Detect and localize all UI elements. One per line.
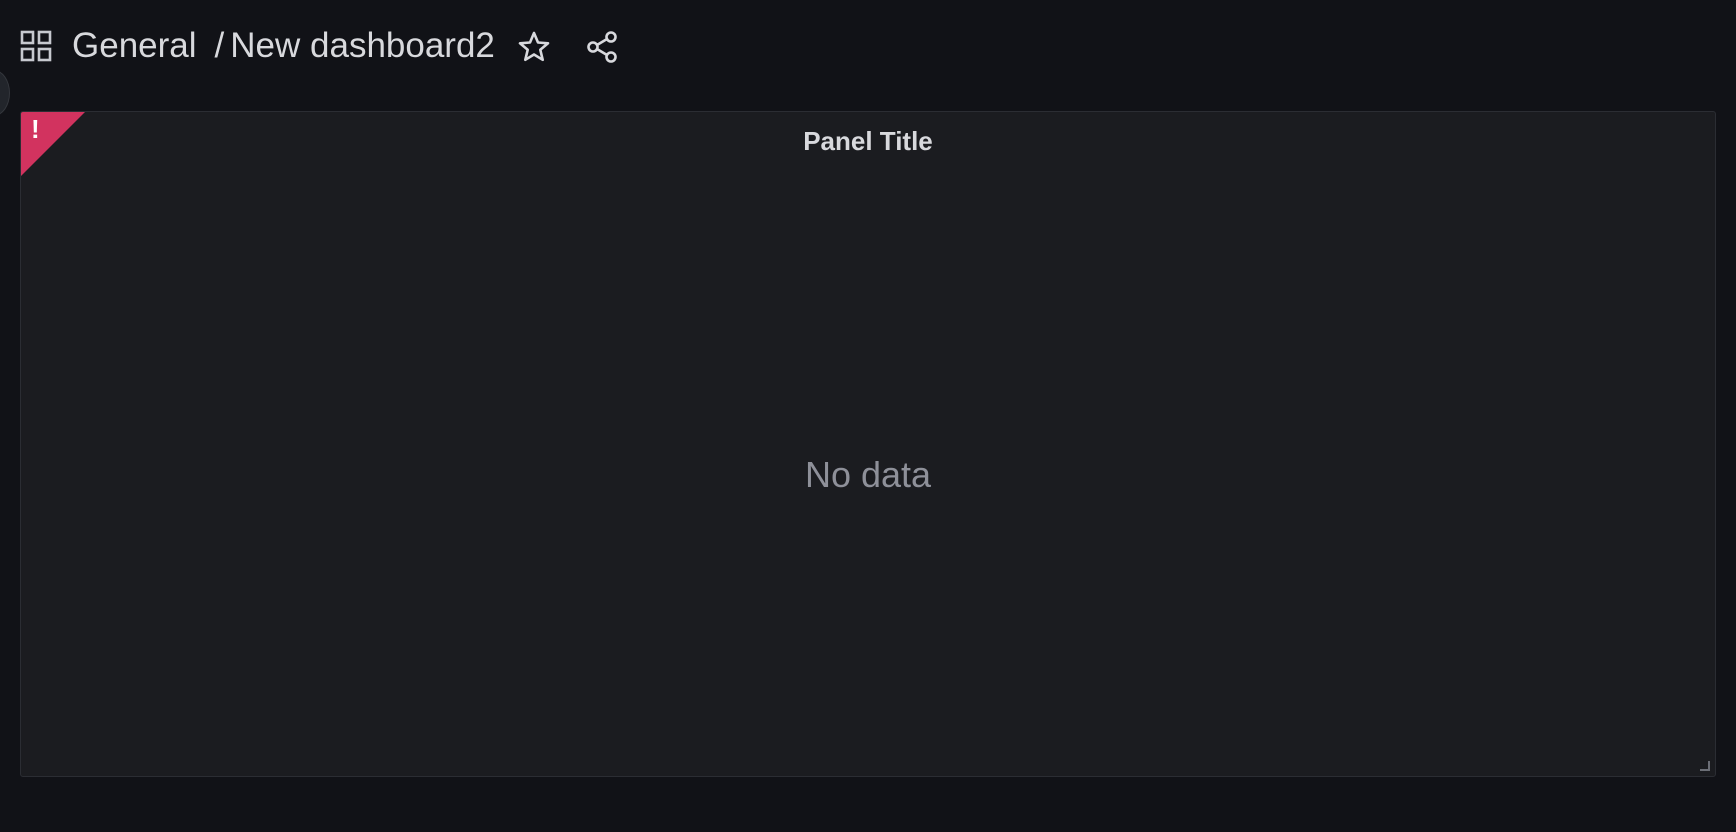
grid-icon[interactable] bbox=[20, 30, 52, 62]
no-data-message: No data bbox=[804, 454, 932, 495]
dashboard-panel: ! Panel Title No data bbox=[20, 111, 1716, 777]
breadcrumb-separator: / bbox=[214, 26, 225, 65]
share-icon[interactable] bbox=[584, 29, 620, 65]
dashboard-navbar: General / New dashboard2 bbox=[0, 0, 1736, 92]
breadcrumb: General / New dashboard2 bbox=[72, 22, 495, 70]
panel-title[interactable]: Panel Title bbox=[21, 126, 1715, 157]
dashboard-title[interactable]: New dashboard2 bbox=[230, 26, 495, 66]
panel-resize-handle[interactable] bbox=[1700, 761, 1710, 771]
star-icon[interactable] bbox=[516, 29, 552, 65]
breadcrumb-folder-link[interactable]: General bbox=[72, 26, 197, 66]
